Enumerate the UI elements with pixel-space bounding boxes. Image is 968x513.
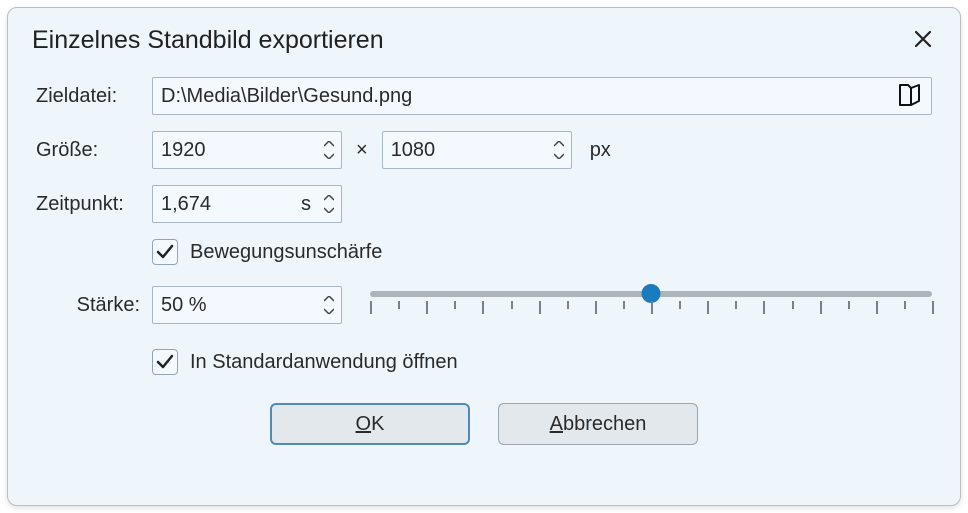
strength-label: Stärke: — [36, 294, 152, 317]
check-icon — [156, 243, 174, 261]
chevron-down-icon — [324, 308, 334, 314]
strength-up[interactable] — [319, 294, 339, 304]
cancel-button[interactable]: Abbrechen — [498, 403, 698, 445]
chevron-up-icon — [554, 141, 564, 147]
titlebar: Einzelnes Standbild exportieren — [8, 8, 960, 67]
timestamp-field[interactable]: 1,674 s — [152, 185, 342, 223]
width-spinner[interactable] — [319, 133, 339, 167]
chevron-up-icon — [324, 296, 334, 302]
check-icon — [156, 353, 174, 371]
dialog-title: Einzelnes Standbild exportieren — [32, 26, 384, 55]
height-field[interactable]: 1080 — [382, 131, 572, 169]
timestamp-up[interactable] — [319, 193, 339, 203]
strength-row: Stärke: 50 % — [36, 285, 932, 325]
strength-spinner[interactable] — [319, 288, 339, 322]
close-icon — [914, 30, 932, 48]
chevron-down-icon — [324, 207, 334, 213]
folder-open-icon — [897, 83, 923, 109]
open-default-row: In Standardanwendung öffnen — [152, 349, 932, 375]
open-default-label[interactable]: In Standardanwendung öffnen — [190, 351, 458, 374]
timestamp-unit: s — [301, 193, 311, 216]
button-bar: OK Abbrechen — [36, 403, 932, 445]
dialog-body: Zieldatei: D:\Media\Bilder\Gesund.png Gr… — [8, 67, 960, 445]
size-label: Größe: — [36, 139, 152, 162]
timestamp-spinner[interactable] — [319, 187, 339, 221]
strength-down[interactable] — [319, 306, 339, 316]
height-down[interactable] — [549, 151, 569, 161]
timestamp-value: 1,674 — [161, 193, 317, 216]
height-value: 1080 — [391, 139, 547, 162]
size-unit: px — [590, 139, 611, 162]
strength-value: 50 % — [161, 294, 317, 317]
target-file-value: D:\Media\Bilder\Gesund.png — [161, 85, 895, 108]
ok-button[interactable]: OK — [270, 403, 470, 445]
chevron-up-icon — [324, 195, 334, 201]
slider-ticks — [370, 301, 932, 315]
width-field[interactable]: 1920 — [152, 131, 342, 169]
motion-blur-row: Bewegungsunschärfe — [152, 239, 932, 265]
open-default-checkbox[interactable] — [152, 349, 178, 375]
height-spinner[interactable] — [549, 133, 569, 167]
target-file-label: Zieldatei: — [36, 85, 152, 108]
width-down[interactable] — [319, 151, 339, 161]
strength-field[interactable]: 50 % — [152, 286, 342, 324]
browse-button[interactable] — [895, 83, 923, 109]
timestamp-down[interactable] — [319, 205, 339, 215]
strength-slider[interactable] — [370, 285, 932, 325]
width-value: 1920 — [161, 139, 317, 162]
height-up[interactable] — [549, 139, 569, 149]
width-up[interactable] — [319, 139, 339, 149]
chevron-down-icon — [324, 153, 334, 159]
motion-blur-label[interactable]: Bewegungsunschärfe — [190, 241, 382, 264]
timestamp-label: Zeitpunkt: — [36, 193, 152, 216]
export-frame-dialog: Einzelnes Standbild exportieren Zieldate… — [7, 7, 961, 506]
chevron-up-icon — [324, 141, 334, 147]
multiply-symbol: × — [356, 139, 368, 162]
size-row: Größe: 1920 × 1080 px — [36, 131, 932, 169]
target-file-row: Zieldatei: D:\Media\Bilder\Gesund.png — [36, 77, 932, 115]
motion-blur-checkbox[interactable] — [152, 239, 178, 265]
timestamp-row: Zeitpunkt: 1,674 s — [36, 185, 932, 223]
chevron-down-icon — [554, 153, 564, 159]
target-file-field[interactable]: D:\Media\Bilder\Gesund.png — [152, 77, 932, 115]
close-button[interactable] — [910, 28, 936, 54]
